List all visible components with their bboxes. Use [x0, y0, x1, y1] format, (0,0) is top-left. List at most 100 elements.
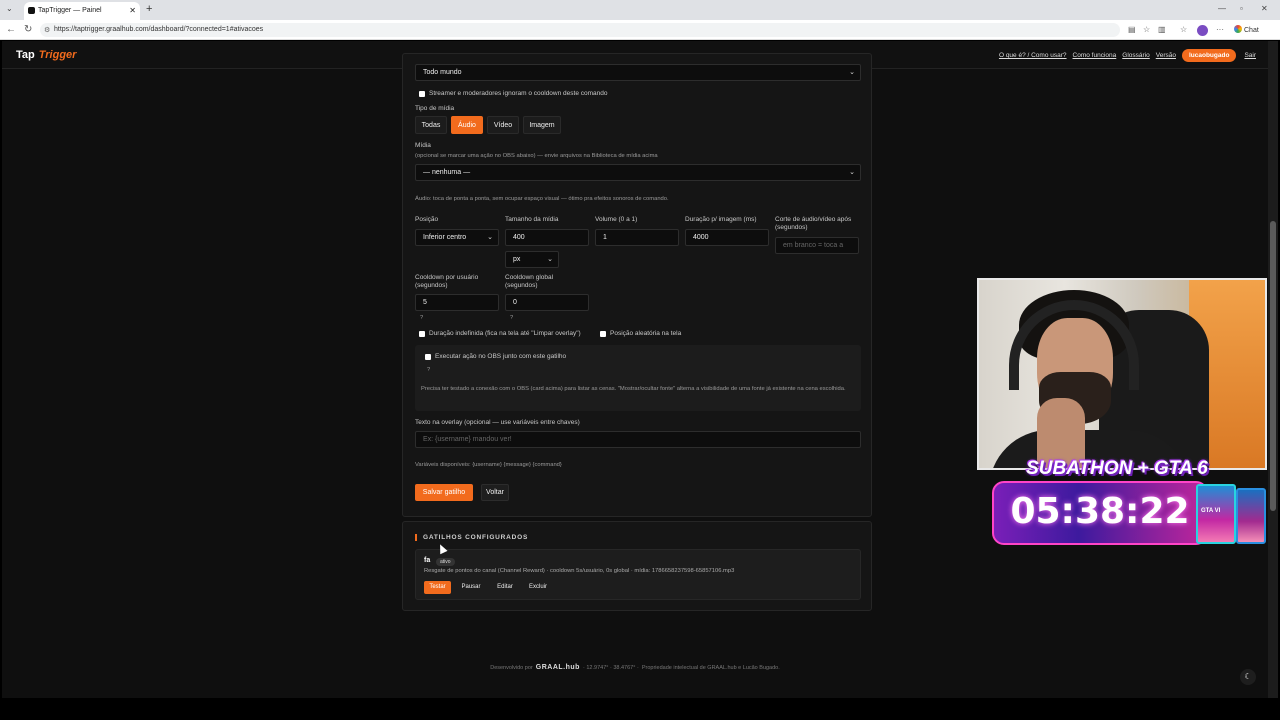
duration-label: Duração p/ imagem (ms): [685, 216, 757, 223]
volume-input[interactable]: 1: [595, 229, 679, 246]
chevron-down-icon: ⌄: [849, 169, 855, 176]
game-cover-image: GTA VI: [1196, 484, 1236, 544]
more-menu-icon[interactable]: ···: [1216, 25, 1224, 34]
footer: Desenvolvido por GRAAL.hub · 12.9747° · …: [2, 664, 1268, 671]
obs-help-icon[interactable]: ?: [427, 367, 430, 373]
size-unit-value: px: [513, 256, 521, 263]
chat-button[interactable]: Chat: [1234, 25, 1259, 34]
close-window-icon[interactable]: ✕: [1261, 4, 1268, 13]
test-button[interactable]: Testar: [424, 581, 451, 594]
position-select[interactable]: Inferior centro ⌄: [415, 229, 499, 246]
user-cooldown-input[interactable]: 5: [415, 294, 499, 311]
size-label: Tamanho da mídia: [505, 216, 559, 223]
global-cooldown-help-icon[interactable]: ?: [510, 315, 513, 321]
indefinite-label: Duração indefinida (fica na tela até "Li…: [429, 330, 581, 337]
site-info-icon[interactable]: ⚙: [44, 26, 50, 34]
scrollbar-thumb[interactable]: [1270, 221, 1276, 511]
duration-input[interactable]: 4000: [685, 229, 769, 246]
audience-select[interactable]: Todo mundo ⌄: [415, 64, 861, 81]
configured-triggers-card: GATILHOS CONFIGURADOS fa ativo Resgate d…: [402, 521, 872, 611]
subathon-title: SUBATHON + GTA 6: [1026, 458, 1208, 479]
cooldown-ignore-checkbox[interactable]: [419, 91, 425, 97]
edit-button[interactable]: Editar: [491, 581, 519, 594]
media-label: Mídia: [415, 142, 431, 149]
logout-link[interactable]: Sair: [1244, 52, 1256, 59]
size-input[interactable]: 400: [505, 229, 589, 246]
save-trigger-button[interactable]: Salvar gatilho: [415, 484, 473, 501]
subathon-overlay: SUBATHON + GTA 6 05:38:22 GTA VI: [992, 458, 1268, 548]
pause-button[interactable]: Pausar: [456, 581, 486, 594]
new-tab-icon[interactable]: +: [146, 3, 152, 15]
cut-label: Corte de áudio/vídeo após (segundos): [775, 216, 852, 231]
position-label: Posição: [415, 216, 439, 223]
media-hint: (opcional se marcar uma ação no OBS abai…: [415, 153, 658, 159]
status-badge: ativo: [436, 558, 455, 566]
user-cooldown-label: Cooldown por usuário (segundos): [415, 274, 479, 289]
trigger-description: Resgate de pontos do canal (Channel Rewa…: [424, 568, 735, 574]
cut-input[interactable]: em branco = toca a: [775, 237, 859, 254]
section-title: GATILHOS CONFIGURADOS: [415, 534, 528, 541]
footer-brand[interactable]: GRAAL.hub: [536, 664, 580, 671]
bookmark-star-icon[interactable]: ☆: [1143, 25, 1150, 34]
back-icon[interactable]: ←: [6, 24, 16, 35]
trigger-name: fa: [424, 557, 431, 564]
obs-hint: Precisa ter testado a conexão com o OBS …: [421, 386, 846, 392]
global-cooldown-label: Cooldown global (segundos): [505, 274, 554, 289]
favorites-icon[interactable]: ☆: [1180, 25, 1187, 34]
back-button[interactable]: Voltar: [481, 484, 509, 501]
user-pill[interactable]: lucaobugado: [1181, 49, 1237, 62]
close-tab-icon[interactable]: ✕: [129, 6, 136, 15]
variables-hint: Variáveis disponíveis: {username} {messa…: [415, 462, 562, 468]
logo[interactable]: Tap Trigger: [16, 49, 76, 61]
user-cooldown-help-icon[interactable]: ?: [420, 315, 423, 321]
media-type-image[interactable]: Imagem: [523, 116, 561, 134]
media-type-video[interactable]: Vídeo: [487, 116, 519, 134]
logo-part2: Trigger: [38, 49, 77, 61]
page-scrollbar[interactable]: [1268, 41, 1278, 698]
media-select[interactable]: — nenhuma — ⌄: [415, 164, 861, 181]
profile-avatar[interactable]: [1197, 25, 1208, 36]
obs-action-label: Executar ação no OBS junto com este gati…: [435, 353, 567, 360]
nav-link-glossary[interactable]: Glossário: [1122, 52, 1149, 59]
chat-label: Chat: [1244, 27, 1259, 34]
chevron-down-icon: ⌄: [547, 256, 553, 263]
reload-icon[interactable]: ↻: [24, 24, 32, 35]
tab-title: TapTrigger — Painel: [38, 7, 102, 14]
nav-link-how[interactable]: Como funciona: [1073, 52, 1117, 59]
game-cover-logo: GTA VI: [1201, 508, 1221, 514]
volume-label: Volume (0 a 1): [595, 216, 638, 223]
size-unit-select[interactable]: px ⌄: [505, 251, 559, 268]
delete-button[interactable]: Excluir: [523, 581, 553, 594]
nav-link-about[interactable]: O que é? / Como usar?: [999, 52, 1067, 59]
logo-part1: Tap: [16, 49, 35, 61]
header-nav: O que é? / Como usar? Como funciona Glos…: [999, 49, 1256, 62]
nav-link-version[interactable]: Versão: [1156, 52, 1176, 59]
trigger-form-card: Todo mundo ⌄ Streamer e moderadores ignor…: [402, 53, 872, 517]
global-cooldown-input[interactable]: 0: [505, 294, 589, 311]
overlay-text-input[interactable]: Ex: {username} mandou ver!: [415, 431, 861, 448]
chevron-down-icon: ⌄: [487, 234, 493, 241]
theme-toggle-moon-icon[interactable]: ☾: [1240, 669, 1256, 685]
audience-value: Todo mundo: [423, 69, 462, 76]
media-type-all[interactable]: Todas: [415, 116, 447, 134]
position-value: Inferior centro: [423, 234, 467, 241]
minimize-icon[interactable]: —: [1218, 4, 1226, 13]
footer-rights: Propriedade intelectual de GRAAL.hub e L…: [641, 665, 780, 671]
reader-icon[interactable]: ▤: [1128, 25, 1136, 34]
obs-action-checkbox[interactable]: [425, 354, 431, 360]
footer-coords: · 12.9747° · 38.4767° ·: [583, 665, 639, 671]
media-type-label: Tipo de mídia: [415, 105, 455, 112]
url-text: https://taptrigger.graalhub.com/dashboar…: [54, 26, 264, 33]
overlay-text-label: Texto na overlay (opcional — use variáve…: [415, 419, 580, 426]
random-position-checkbox[interactable]: [600, 331, 606, 337]
media-value: — nenhuma —: [423, 169, 471, 176]
maximize-icon[interactable]: ▫: [1240, 4, 1243, 13]
split-view-icon[interactable]: ▥: [1158, 25, 1166, 34]
indefinite-checkbox[interactable]: [419, 331, 425, 337]
media-type-audio[interactable]: Áudio: [451, 116, 483, 134]
url-field[interactable]: ⚙ https://taptrigger.graalhub.com/dashbo…: [40, 23, 1120, 37]
chevron-down-icon: ⌄: [849, 69, 855, 76]
browser-tab[interactable]: TapTrigger — Painel ✕: [24, 2, 140, 20]
browser-tabbar: ⌄ TapTrigger — Painel ✕ + — ▫ ✕: [0, 0, 1280, 20]
tab-list-icon[interactable]: ⌄: [6, 4, 13, 13]
